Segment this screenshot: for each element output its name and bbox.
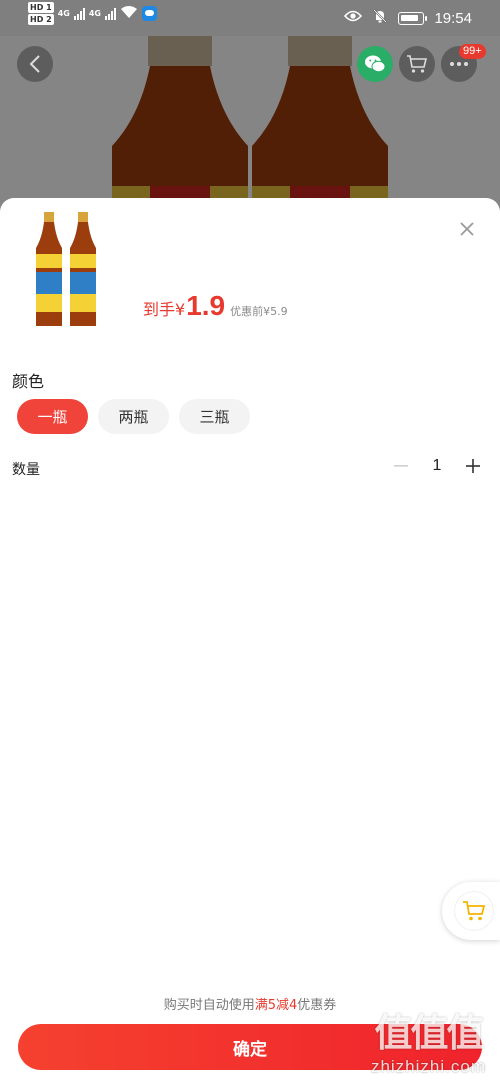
hd2-label: HD 2 (28, 14, 54, 25)
floating-cart-button[interactable] (442, 882, 500, 940)
wechat-share-button[interactable] (357, 46, 393, 82)
option-one-bottle[interactable]: 一瓶 (17, 399, 88, 434)
signal-icon (73, 7, 85, 20)
clock: 19:54 (434, 9, 472, 27)
plus-icon (466, 459, 480, 473)
signal-icon (104, 7, 116, 20)
watermark-logo: 值值值 (374, 1011, 484, 1055)
back-button[interactable] (17, 46, 53, 82)
network-type-1: 4G (57, 9, 70, 18)
sku-selector-sheet: 到手¥ 1.9 优惠前¥5.9 颜色 一瓶 两瓶 三瓶 数量 1 购买时自动使用… (0, 198, 500, 1083)
hd1-label: HD 1 (28, 2, 54, 13)
price-prefix: 到手¥ (143, 300, 186, 319)
network-type-2: 4G (88, 9, 101, 18)
option-two-bottles[interactable]: 两瓶 (98, 399, 169, 434)
original-price: 优惠前¥5.9 (230, 305, 288, 318)
back-icon (29, 55, 40, 73)
color-section-title: 颜色 (12, 372, 45, 391)
eye-icon (344, 10, 363, 26)
quantity-stepper: 1 (390, 455, 484, 477)
coupon-note-suffix: 优惠券 (297, 998, 337, 1013)
mute-bell-icon (372, 8, 388, 28)
final-price: 1.9 (186, 290, 226, 321)
wifi-icon (120, 5, 138, 23)
quantity-decrease-button[interactable] (390, 455, 412, 477)
close-button[interactable] (456, 218, 478, 240)
site-watermark: 值值值 zhizhizhi.com (371, 1002, 486, 1077)
cart-count-badge: 99+ (459, 44, 486, 59)
product-thumbnail[interactable] (30, 208, 110, 330)
option-three-bottles[interactable]: 三瓶 (179, 399, 250, 434)
status-bar: HD 1 HD 2 4G 4G 19:54 (0, 0, 500, 36)
cart-icon (463, 901, 486, 921)
close-icon (460, 222, 474, 236)
battery-icon (398, 11, 428, 25)
price-info: 到手¥ 1.9 优惠前¥5.9 (143, 290, 288, 322)
wechat-icon (365, 55, 386, 73)
quantity-value[interactable]: 1 (412, 457, 462, 475)
cart-icon (407, 55, 428, 73)
watermark-text: zhizhizhi.com (370, 1057, 486, 1076)
color-options: 一瓶 两瓶 三瓶 (17, 399, 250, 434)
coupon-highlight: 满5减4 (254, 998, 298, 1013)
more-icon (450, 62, 468, 66)
coupon-note-prefix: 购买时自动使用 (163, 998, 255, 1013)
quantity-section-title: 数量 (12, 462, 40, 478)
minus-icon (394, 465, 408, 467)
app-notification-icon (141, 6, 157, 21)
cart-button[interactable] (399, 46, 435, 82)
quantity-increase-button[interactable] (462, 455, 484, 477)
